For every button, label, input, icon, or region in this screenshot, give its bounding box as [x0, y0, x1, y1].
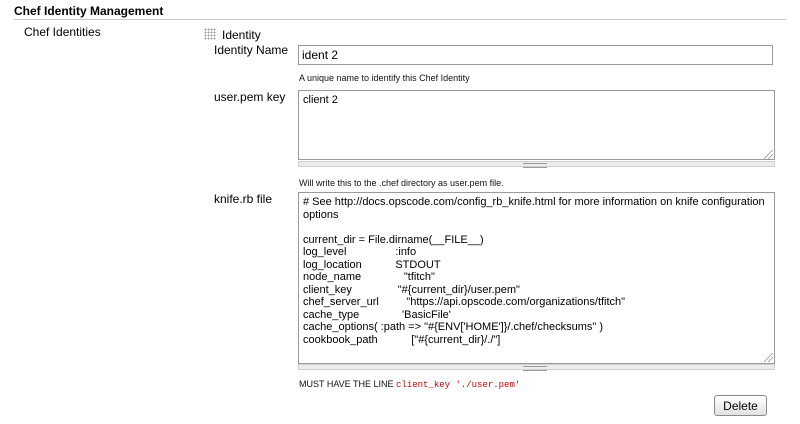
knife-rb-textarea[interactable]: # See http://docs.opscode.com/config_rb_…: [298, 192, 775, 364]
identity-name-input[interactable]: [298, 45, 773, 65]
section-title: Chef Identity Management: [14, 4, 164, 18]
knife-rb-resize-grip-icon[interactable]: [764, 353, 773, 362]
section-header: Chef Identity Management: [14, 3, 786, 20]
knife-rb-label: knife.rb file: [214, 192, 273, 206]
user-pem-resize-handle-icon[interactable]: [523, 163, 547, 168]
knife-rb-description-code: client_key './user.pem': [396, 380, 521, 390]
knife-rb-resize-handle-icon[interactable]: [523, 366, 547, 371]
drag-handle-icon[interactable]: [204, 28, 216, 40]
identity-group-label: Identity: [222, 28, 261, 42]
knife-rb-description-text: MUST HAVE THE LINE: [299, 379, 397, 389]
chef-identities-label: Chef Identities: [24, 25, 101, 39]
user-pem-resize-grip-icon[interactable]: [764, 150, 773, 159]
knife-rb-description: MUST HAVE THE LINE client_key './user.pe…: [299, 379, 520, 390]
user-pem-label: user.pem key: [214, 90, 286, 104]
user-pem-description: Will write this to the .chef directory a…: [299, 178, 504, 188]
identity-name-label: Identity Name: [214, 43, 289, 57]
knife-rb-resize-bar[interactable]: [298, 364, 775, 371]
identity-name-description: A unique name to identify this Chef Iden…: [299, 73, 470, 83]
user-pem-resize-bar[interactable]: [298, 161, 775, 168]
user-pem-textarea[interactable]: client 2: [298, 90, 775, 160]
delete-button[interactable]: Delete: [714, 395, 767, 416]
